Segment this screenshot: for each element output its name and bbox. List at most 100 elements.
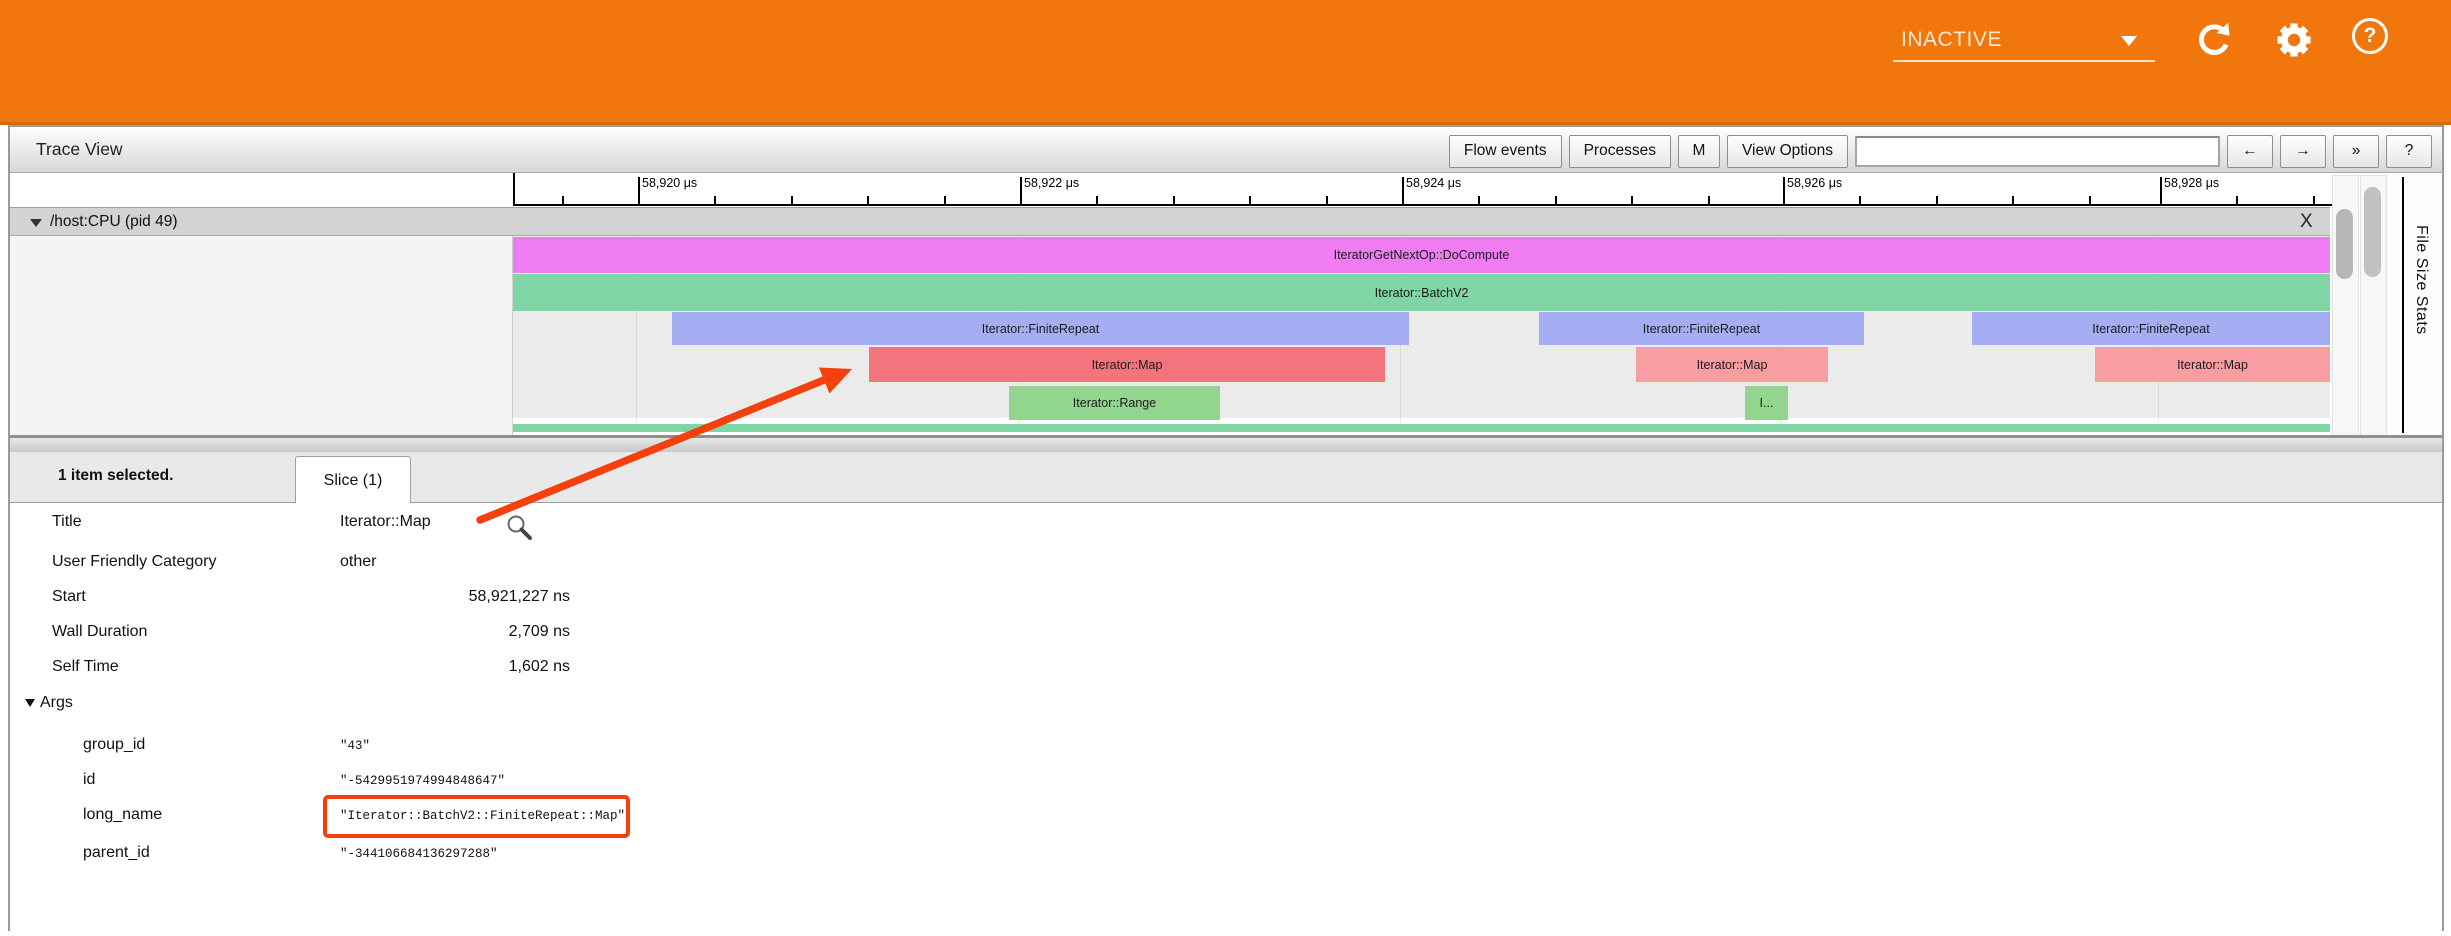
minor-tick (2012, 196, 2014, 204)
minor-tick (944, 196, 946, 204)
arg-value: "-5429951974994848647" (340, 774, 505, 788)
prev-button[interactable]: ← (2227, 135, 2273, 168)
trace-slice[interactable]: Iterator::Map (1636, 347, 1828, 382)
collapse-triangle-icon[interactable] (25, 699, 35, 707)
metrics-button[interactable]: M (1678, 135, 1720, 168)
scrollbar-track[interactable] (2332, 175, 2359, 437)
file-size-stats-label: File Size Stats (2412, 225, 2430, 335)
app-header: INACTIVE ? (0, 0, 2451, 125)
slice-details: Title Iterator::MapUser Friendly Category… (10, 503, 2442, 931)
field-label: User Friendly Category (52, 553, 217, 571)
tick-label: 58,926 μs (1783, 176, 1842, 190)
status-dropdown[interactable]: INACTIVE (1893, 20, 2155, 62)
tick-label: 58,920 μs (638, 176, 697, 190)
trace-slice[interactable]: Iterator::FiniteRepeat (1972, 312, 2330, 345)
field-label: Start (52, 588, 86, 606)
gear-icon (2272, 18, 2316, 62)
zoom-to-slice-button[interactable] (505, 514, 535, 544)
help-icon: ? (2352, 18, 2388, 54)
process-label: /host:CPU (pid 49) (50, 213, 178, 231)
arg-value: "-344106684136297288" (340, 847, 498, 861)
tab-slice[interactable]: Slice (1) (295, 456, 411, 504)
minor-tick (2089, 196, 2091, 204)
time-ruler[interactable]: 58,920 μs 58,922 μs 58,924 μs 58,926 μs 58,9… (513, 173, 2332, 206)
timeline-canvas[interactable]: IteratorGetNextOp::DoComputeIterator::Ba… (513, 236, 2330, 435)
minor-tick (1326, 196, 1328, 204)
args-header[interactable]: Args (40, 694, 73, 712)
minor-tick (1859, 196, 1861, 204)
arg-key: long_name (83, 806, 162, 824)
next-button[interactable]: → (2280, 135, 2326, 168)
processes-button[interactable]: Processes (1569, 135, 1671, 168)
scrollbar-thumb[interactable] (2364, 187, 2381, 277)
process-header[interactable]: /host:CPU (pid 49) X (10, 207, 2330, 236)
minor-tick (2313, 196, 2315, 204)
minor-tick (1096, 196, 1098, 204)
minor-tick (791, 196, 793, 204)
trace-slice[interactable]: Iterator::Map (2095, 347, 2330, 382)
refresh-button[interactable] (2192, 18, 2236, 62)
view-options-button[interactable]: View Options (1727, 135, 1848, 168)
arg-value: "43" (340, 739, 370, 753)
flow-events-button[interactable]: Flow events (1449, 135, 1562, 168)
magnifier-icon (505, 514, 535, 544)
next-iteration-strip (513, 424, 2330, 432)
trace-slice[interactable]: Iterator::FiniteRepeat (672, 312, 1409, 345)
shortcuts-help-button[interactable]: ? (2386, 135, 2432, 168)
caret-down-icon (2121, 36, 2137, 46)
arg-value: "Iterator::BatchV2::FiniteRepeat::Map" (340, 809, 625, 823)
minor-tick (1631, 196, 1633, 204)
panel-title: Trace View (36, 139, 123, 160)
settings-button[interactable] (2272, 18, 2316, 62)
details-tab-bar: 1 item selected. Slice (1) (10, 452, 2442, 503)
minor-tick (1708, 196, 1710, 204)
minor-tick (562, 196, 564, 204)
file-size-stats-tab[interactable]: File Size Stats (2388, 173, 2442, 437)
close-icon[interactable]: X (2300, 211, 2313, 233)
more-button[interactable]: » (2333, 135, 2379, 168)
status-label: INACTIVE (1901, 28, 2002, 52)
toolbar-controls: Flow events Processes M View Options ← →… (1449, 133, 2432, 169)
field-value: 2,709 ns (340, 623, 570, 641)
minor-tick (867, 196, 869, 204)
arg-key: id (83, 771, 95, 789)
field-label: Self Time (52, 658, 119, 676)
trace-toolbar: Trace View Flow events Processes M View … (8, 125, 2444, 173)
scrollbar-track[interactable] (2360, 175, 2387, 437)
field-value: 1,602 ns (340, 658, 570, 676)
search-input[interactable] (1855, 136, 2220, 167)
side-tab-border: File Size Stats (2402, 177, 2444, 433)
trace-slice[interactable]: I... (1745, 386, 1788, 420)
field-value: 58,921,227 ns (340, 588, 570, 606)
trace-slice[interactable]: Iterator::BatchV2 (513, 274, 2330, 311)
dropdown-underline (1893, 60, 2155, 62)
field-value: other (340, 553, 376, 571)
tick-label: 58,928 μs (2160, 176, 2219, 190)
field-label: Wall Duration (52, 623, 147, 641)
field-value: Iterator::Map (340, 513, 431, 531)
trace-slice[interactable]: Iterator::Range (1009, 386, 1220, 420)
minor-tick (1936, 196, 1938, 204)
trace-slice[interactable]: Iterator::FiniteRepeat (1539, 312, 1864, 345)
collapse-triangle-icon (30, 219, 42, 227)
arg-key: parent_id (83, 844, 150, 862)
minor-tick (1555, 196, 1557, 204)
help-button[interactable]: ? (2352, 18, 2396, 62)
scrollbar-thumb[interactable] (2336, 209, 2353, 279)
refresh-icon (2192, 18, 2236, 62)
minor-tick (714, 196, 716, 204)
panel-splitter[interactable] (10, 435, 2442, 452)
trace-slice[interactable]: Iterator::Map (869, 347, 1385, 382)
minor-tick (1173, 196, 1175, 204)
trace-slice[interactable]: IteratorGetNextOp::DoCompute (513, 237, 2330, 273)
tick-label: 58,924 μs (1402, 176, 1461, 190)
field-label: Title (52, 513, 82, 531)
minor-tick (2236, 196, 2238, 204)
arg-key: group_id (83, 736, 145, 754)
tick-label: 58,922 μs (1020, 176, 1079, 190)
tab-slice-label: Slice (1) (324, 472, 383, 490)
track-label-column: tf_data_iterator_get_next (10, 236, 513, 435)
minor-tick (1249, 196, 1251, 204)
selection-status: 1 item selected. (58, 467, 173, 485)
minor-tick (1478, 196, 1480, 204)
